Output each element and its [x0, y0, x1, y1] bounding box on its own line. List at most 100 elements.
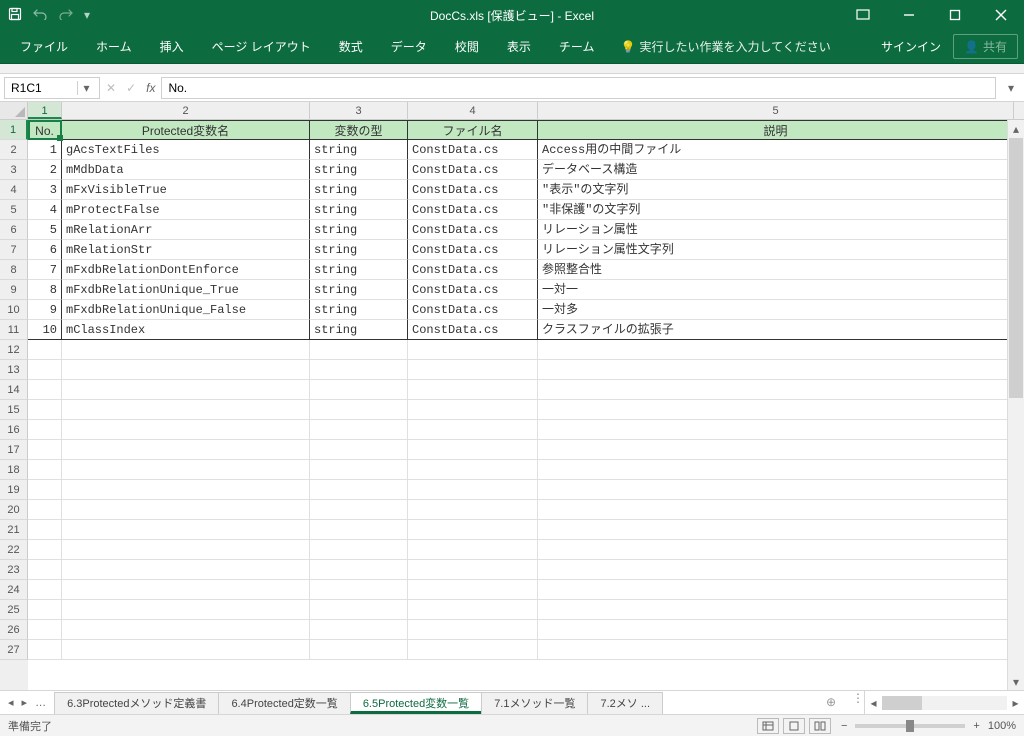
new-sheet-button[interactable]: ⊕ — [820, 691, 842, 714]
cell[interactable] — [62, 340, 310, 360]
table-header[interactable]: Protected変数名 — [62, 120, 310, 140]
enter-icon[interactable]: ✓ — [126, 81, 136, 95]
row-header-26[interactable]: 26 — [0, 620, 28, 640]
cell[interactable]: 6 — [28, 240, 62, 260]
table-header[interactable]: 説明 — [538, 120, 1014, 140]
row-header-16[interactable]: 16 — [0, 420, 28, 440]
cell[interactable]: 4 — [28, 200, 62, 220]
row-header-8[interactable]: 8 — [0, 260, 28, 280]
row-header-13[interactable]: 13 — [0, 360, 28, 380]
cell[interactable] — [310, 620, 408, 640]
cell[interactable]: mMdbData — [62, 160, 310, 180]
cell[interactable]: ConstData.cs — [408, 200, 538, 220]
sheet-tab[interactable]: 7.2メソ ... — [587, 692, 663, 714]
formula-input[interactable] — [162, 81, 995, 95]
table-header[interactable]: 変数の型 — [310, 120, 408, 140]
row-header-12[interactable]: 12 — [0, 340, 28, 360]
cell[interactable]: 5 — [28, 220, 62, 240]
cell[interactable]: Access用の中間ファイル — [538, 140, 1014, 160]
tab-page-layout[interactable]: ページ レイアウト — [198, 30, 325, 64]
sheet-tab[interactable]: 6.5Protected変数一覧 — [350, 692, 482, 714]
cell[interactable]: "表示"の文字列 — [538, 180, 1014, 200]
maximize-button[interactable] — [932, 0, 978, 30]
col-header-2[interactable]: 2 — [62, 102, 310, 119]
cell[interactable] — [62, 520, 310, 540]
cell[interactable]: リレーション属性文字列 — [538, 240, 1014, 260]
vertical-scrollbar[interactable]: ▴ ▾ — [1007, 120, 1024, 690]
cell[interactable]: string — [310, 160, 408, 180]
cell[interactable]: ConstData.cs — [408, 220, 538, 240]
cell[interactable]: 7 — [28, 260, 62, 280]
cell[interactable] — [538, 520, 1014, 540]
view-normal-icon[interactable] — [757, 718, 779, 734]
row-header-6[interactable]: 6 — [0, 220, 28, 240]
cell[interactable]: クラスファイルの拡張子 — [538, 320, 1014, 340]
cell[interactable]: mFxdbRelationUnique_True — [62, 280, 310, 300]
cell[interactable] — [28, 460, 62, 480]
cell[interactable]: gAcsTextFiles — [62, 140, 310, 160]
cell[interactable] — [28, 640, 62, 660]
cell[interactable]: 10 — [28, 320, 62, 340]
formula-expand-icon[interactable]: ▾ — [1002, 81, 1020, 95]
hscroll-right-icon[interactable]: ▸ — [1007, 696, 1024, 710]
cell[interactable] — [28, 420, 62, 440]
cell[interactable] — [28, 520, 62, 540]
cell[interactable] — [538, 540, 1014, 560]
cell[interactable] — [310, 580, 408, 600]
tab-team[interactable]: チーム — [545, 30, 609, 64]
cell[interactable]: ConstData.cs — [408, 260, 538, 280]
cell[interactable] — [408, 560, 538, 580]
tell-me-search[interactable]: 💡 実行したい作業を入力してください — [620, 38, 830, 55]
cell[interactable]: リレーション属性 — [538, 220, 1014, 240]
cell[interactable] — [408, 600, 538, 620]
cell[interactable]: string — [310, 180, 408, 200]
cell[interactable] — [408, 440, 538, 460]
cell[interactable]: 一対一 — [538, 280, 1014, 300]
cell[interactable]: データベース構造 — [538, 160, 1014, 180]
cell[interactable] — [62, 560, 310, 580]
minimize-button[interactable] — [886, 0, 932, 30]
cell[interactable] — [62, 580, 310, 600]
cell[interactable] — [538, 500, 1014, 520]
name-box[interactable]: ▾ — [4, 77, 100, 99]
cell[interactable] — [408, 640, 538, 660]
cell[interactable] — [310, 640, 408, 660]
cell[interactable]: string — [310, 300, 408, 320]
cell[interactable]: ConstData.cs — [408, 300, 538, 320]
cell[interactable] — [62, 620, 310, 640]
cell[interactable] — [538, 420, 1014, 440]
sheet-tab[interactable]: 6.4Protected定数一覧 — [218, 692, 350, 714]
row-header-19[interactable]: 19 — [0, 480, 28, 500]
redo-icon[interactable] — [58, 8, 74, 23]
tab-formulas[interactable]: 数式 — [325, 30, 377, 64]
sheet-tab[interactable]: 6.3Protectedメソッド定義書 — [54, 692, 219, 714]
cell[interactable]: string — [310, 140, 408, 160]
ribbon-display-icon[interactable] — [840, 0, 886, 30]
cell[interactable] — [62, 600, 310, 620]
row-header-24[interactable]: 24 — [0, 580, 28, 600]
undo-icon[interactable] — [32, 8, 48, 23]
cell[interactable] — [310, 540, 408, 560]
cell[interactable] — [28, 480, 62, 500]
view-page-layout-icon[interactable] — [783, 718, 805, 734]
cell[interactable] — [408, 460, 538, 480]
cell[interactable]: mProtectFalse — [62, 200, 310, 220]
sheet-tab[interactable]: 7.1メソッド一覧 — [481, 692, 588, 714]
tab-nav-more-icon[interactable]: … — [35, 697, 46, 709]
row-header-23[interactable]: 23 — [0, 560, 28, 580]
cell[interactable]: string — [310, 240, 408, 260]
cell[interactable]: string — [310, 200, 408, 220]
cell[interactable] — [62, 400, 310, 420]
cell[interactable] — [28, 360, 62, 380]
cell[interactable] — [538, 600, 1014, 620]
cell[interactable]: string — [310, 280, 408, 300]
cell[interactable] — [310, 560, 408, 580]
cell[interactable] — [62, 380, 310, 400]
cell[interactable]: "非保護"の文字列 — [538, 200, 1014, 220]
cell[interactable] — [408, 520, 538, 540]
cell[interactable] — [408, 500, 538, 520]
cell[interactable] — [310, 500, 408, 520]
cell[interactable] — [538, 380, 1014, 400]
scroll-up-icon[interactable]: ▴ — [1008, 120, 1024, 137]
cell[interactable] — [62, 360, 310, 380]
